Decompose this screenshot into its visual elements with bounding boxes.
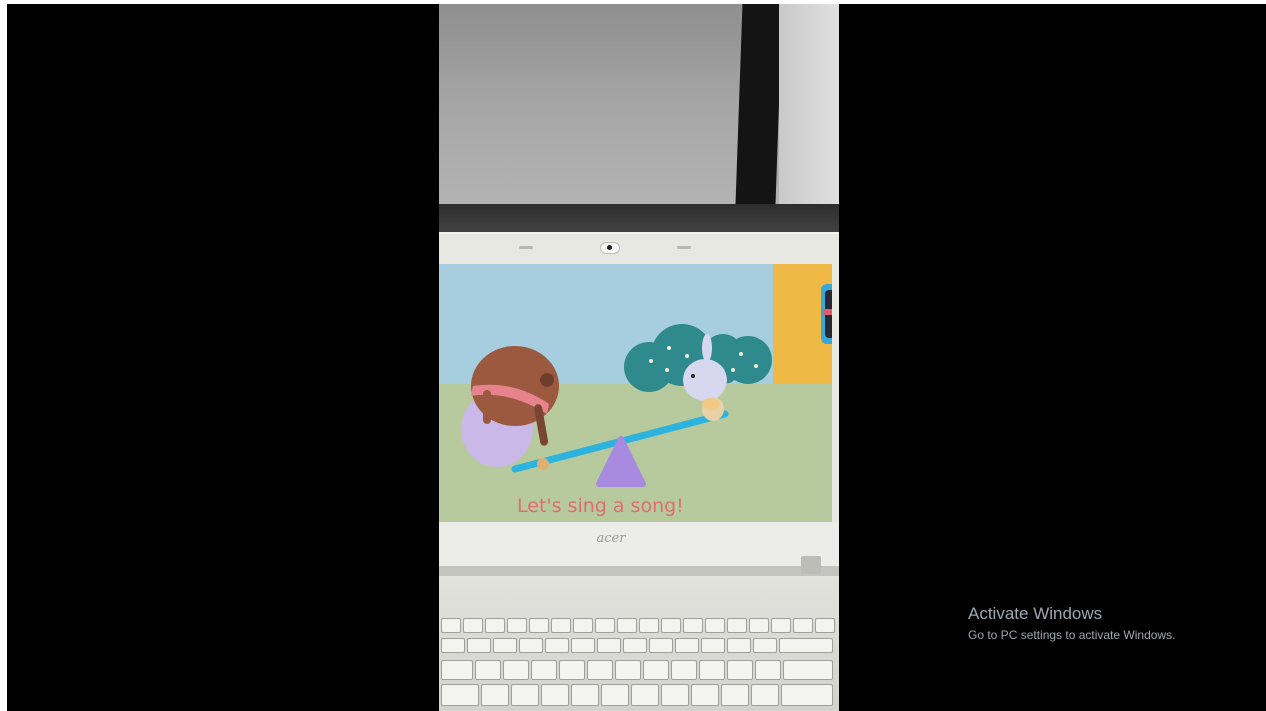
keyboard-key[interactable] xyxy=(661,618,681,633)
keyboard-key[interactable] xyxy=(571,684,599,706)
keyboard-key[interactable] xyxy=(623,638,647,653)
laptop-top-bezel xyxy=(439,232,839,266)
keyboard-key[interactable] xyxy=(529,618,549,633)
keyboard-key[interactable] xyxy=(683,618,703,633)
keyboard-key[interactable] xyxy=(441,660,473,680)
keyboard-key[interactable] xyxy=(615,660,641,680)
laptop-screen: Let's sing a song! xyxy=(439,264,832,522)
seesaw-scene xyxy=(461,334,729,487)
watermark-subtitle: Go to PC settings to activate Windows. xyxy=(968,628,1176,642)
keyboard-key[interactable] xyxy=(727,638,751,653)
keyboard-key[interactable] xyxy=(705,618,725,633)
keyboard-key[interactable] xyxy=(781,684,833,706)
keyboard-key[interactable] xyxy=(701,638,725,653)
video-content: Let's sing a song! acer xyxy=(439,4,839,711)
webcam-icon xyxy=(600,242,620,254)
laptop-side-bezel xyxy=(832,264,839,522)
watermark-title: Activate Windows xyxy=(968,604,1103,623)
scene-caption: Let's sing a song! xyxy=(517,495,684,517)
keyboard-key[interactable] xyxy=(779,638,833,653)
video-frame: Let's sing a song! acer Activate Windows… xyxy=(7,4,1266,711)
keyboard-key[interactable] xyxy=(751,684,779,706)
brand-logo: acer xyxy=(596,531,626,546)
keyboard-key[interactable] xyxy=(727,618,747,633)
bunny-paw xyxy=(702,398,720,410)
keyboard-key[interactable] xyxy=(551,618,571,633)
microphone-right xyxy=(677,246,691,249)
keyboard xyxy=(439,616,839,711)
laptop-bottom-bezel xyxy=(439,522,839,566)
keyboard-key[interactable] xyxy=(727,660,753,680)
keyboard-key[interactable] xyxy=(675,638,699,653)
keyboard-key[interactable] xyxy=(493,638,517,653)
activate-windows-watermark: Activate Windows Go to PC settings to ac… xyxy=(968,604,1175,642)
keyboard-key[interactable] xyxy=(519,638,543,653)
keyboard-key[interactable] xyxy=(793,618,813,633)
keyboard-key[interactable] xyxy=(545,638,569,653)
keyboard-key[interactable] xyxy=(573,618,593,633)
power-button[interactable] xyxy=(801,556,821,574)
bear-ear xyxy=(540,373,554,387)
keyboard-key[interactable] xyxy=(661,684,689,706)
keyboard-key[interactable] xyxy=(721,684,749,706)
keyboard-key[interactable] xyxy=(541,684,569,706)
microphone-left xyxy=(519,246,533,249)
bunny-ear xyxy=(702,334,712,362)
monitor-side xyxy=(779,4,839,214)
keyboard-key[interactable] xyxy=(617,618,637,633)
keyboard-key[interactable] xyxy=(587,660,613,680)
keyboard-key[interactable] xyxy=(699,660,725,680)
keyboard-key[interactable] xyxy=(783,660,833,680)
keyboard-key[interactable] xyxy=(441,684,479,706)
laptop-hinge xyxy=(439,566,839,576)
keyboard-key[interactable] xyxy=(475,660,501,680)
keyboard-key[interactable] xyxy=(441,638,465,653)
keyboard-key[interactable] xyxy=(649,638,673,653)
keyboard-key[interactable] xyxy=(507,618,527,633)
keyboard-key[interactable] xyxy=(503,660,529,680)
keyboard-key[interactable] xyxy=(559,660,585,680)
bear-arm xyxy=(483,390,491,424)
keyboard-key[interactable] xyxy=(463,618,483,633)
bear-foot xyxy=(537,458,549,470)
keyboard-key[interactable] xyxy=(597,638,621,653)
keyboard-key[interactable] xyxy=(815,618,835,633)
keyboard-key[interactable] xyxy=(771,618,791,633)
keyboard-key[interactable] xyxy=(531,660,557,680)
bunny-head xyxy=(683,359,727,401)
keyboard-key[interactable] xyxy=(467,638,491,653)
keyboard-key[interactable] xyxy=(571,638,595,653)
keyboard-key[interactable] xyxy=(691,684,719,706)
keyboard-key[interactable] xyxy=(631,684,659,706)
keyboard-key[interactable] xyxy=(601,684,629,706)
keyboard-key[interactable] xyxy=(755,660,781,680)
keyboard-key[interactable] xyxy=(749,618,769,633)
keyboard-key[interactable] xyxy=(595,618,615,633)
keyboard-key[interactable] xyxy=(481,684,509,706)
keyboard-key[interactable] xyxy=(485,618,505,633)
keyboard-key[interactable] xyxy=(441,618,461,633)
keyboard-key[interactable] xyxy=(753,638,777,653)
bunny-eye xyxy=(691,374,695,378)
keyboard-key[interactable] xyxy=(643,660,669,680)
keyboard-key[interactable] xyxy=(671,660,697,680)
keyboard-key[interactable] xyxy=(639,618,659,633)
keyboard-key[interactable] xyxy=(511,684,539,706)
monitor-edge xyxy=(735,4,783,204)
